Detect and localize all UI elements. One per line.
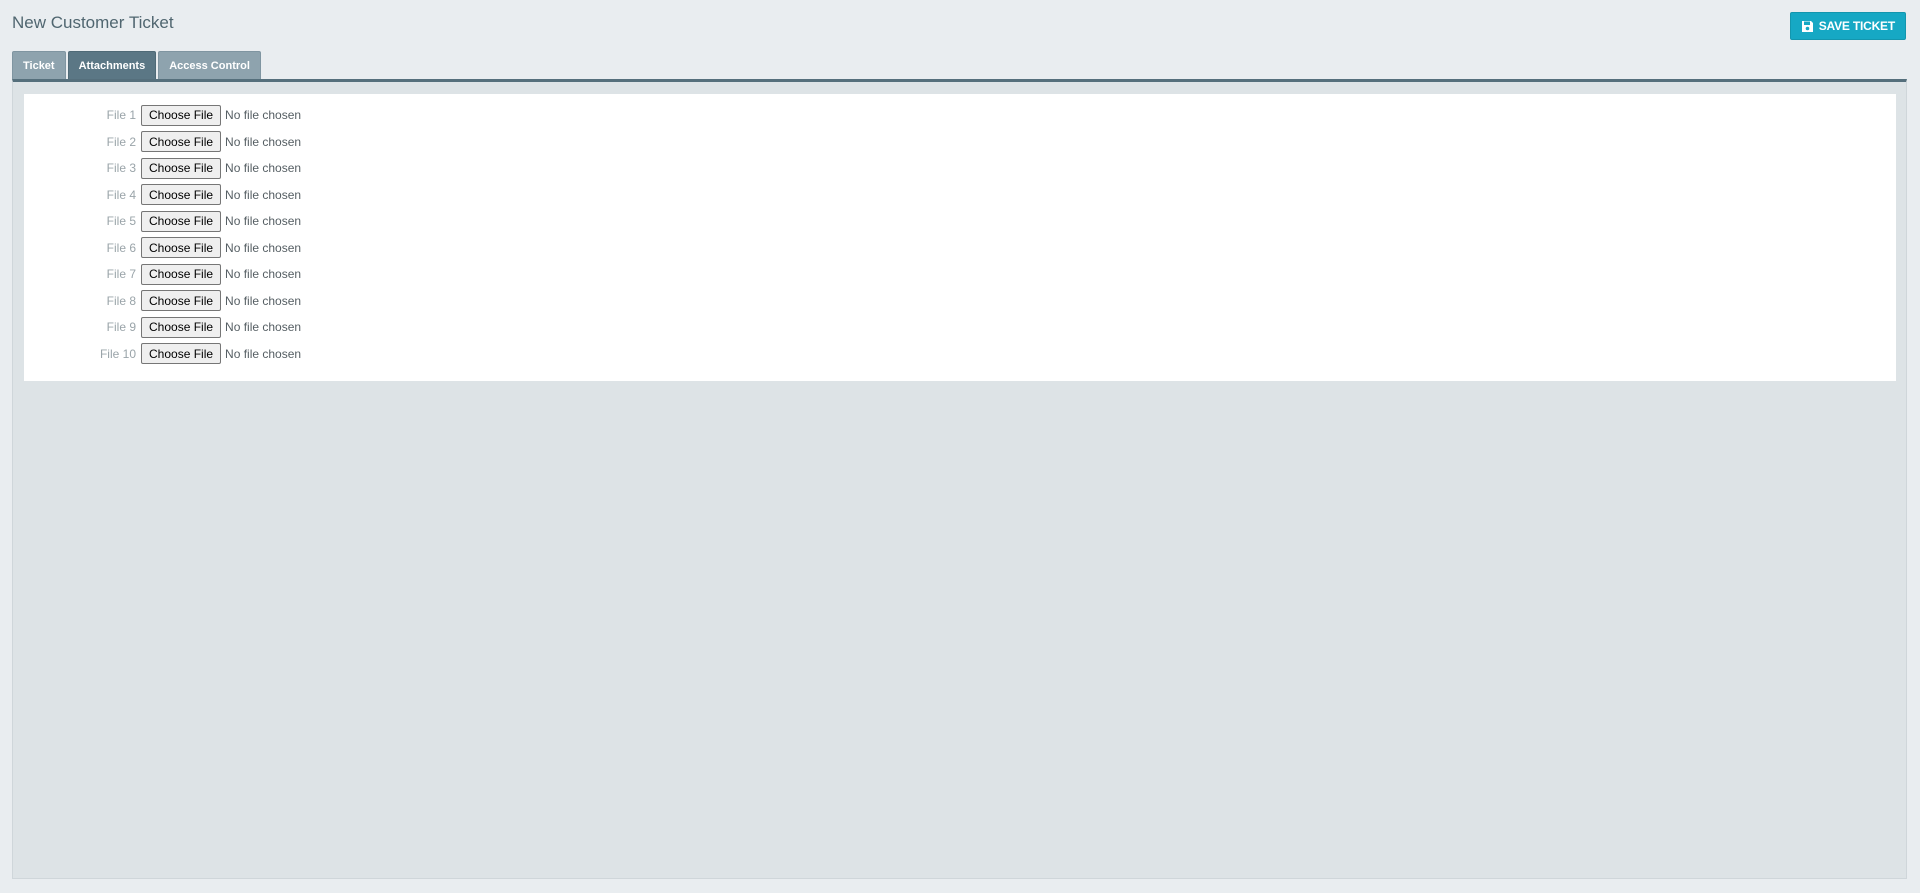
file-label: File 9 [106,320,136,334]
tab-bar: Ticket Attachments Access Control [12,51,261,79]
choose-file-button[interactable]: Choose File [141,316,222,338]
file-label: File 1 [106,108,136,122]
tab-attachments[interactable]: Attachments [67,51,157,79]
choose-file-button[interactable]: Choose File [141,131,222,152]
choose-file-button[interactable]: Choose File [141,210,222,232]
choose-file-button[interactable]: Choose File [141,237,222,258]
file-row-4: File 4 Choose File No file chosen [24,184,301,206]
file-status: No file chosen [225,320,302,334]
file-row-9: File 9 Choose File No file chosen [24,316,301,338]
save-ticket-button[interactable]: SAVE TICKET [1789,12,1906,40]
page-title: New Customer Ticket [12,13,174,32]
file-status: No file chosen [225,346,302,361]
file-row-6: File 6 Choose File No file chosen [24,237,301,259]
file-status: No file chosen [225,214,302,228]
tab-ticket[interactable]: Ticket [12,51,66,79]
file-row-2: File 2 Choose File No file chosen [24,131,301,153]
file-label: File 2 [106,134,136,149]
choose-file-button[interactable]: Choose File [141,343,222,364]
file-row-3: File 3 Choose File No file chosen [24,157,301,179]
file-row-10: File 10 Choose File No file chosen [24,343,301,365]
choose-file-button[interactable]: Choose File [141,104,222,126]
file-row-1: File 1 Choose File No file chosen [24,104,301,126]
file-status: No file chosen [225,240,302,255]
file-status: No file chosen [225,267,302,281]
file-label: File 10 [99,346,136,361]
page-header: New Customer Ticket SAVE TICKET [0,0,1920,50]
file-label: File 4 [106,187,136,202]
file-status: No file chosen [225,134,302,149]
file-label: File 8 [106,293,136,308]
file-row-8: File 8 Choose File No file chosen [24,290,301,312]
file-row-5: File 5 Choose File No file chosen [24,210,301,232]
file-label: File 3 [106,161,136,175]
file-label: File 5 [106,214,136,228]
file-label: File 7 [106,267,136,281]
attachments-panel: File 1 Choose File No file chosen File 2… [12,79,1907,879]
attachments-card: File 1 Choose File No file chosen File 2… [24,94,1896,381]
choose-file-button[interactable]: Choose File [141,184,222,205]
file-status: No file chosen [225,108,302,122]
tab-access-control[interactable]: Access Control [158,51,261,79]
choose-file-button[interactable]: Choose File [141,157,222,179]
file-status: No file chosen [225,161,302,175]
file-status: No file chosen [225,187,302,202]
file-status: No file chosen [225,293,302,308]
choose-file-button[interactable]: Choose File [141,263,222,285]
file-label: File 6 [106,240,136,255]
file-row-7: File 7 Choose File No file chosen [24,263,301,285]
floppy-disk-icon [1801,20,1814,33]
choose-file-button[interactable]: Choose File [141,290,222,311]
save-ticket-label: SAVE TICKET [1818,19,1895,33]
